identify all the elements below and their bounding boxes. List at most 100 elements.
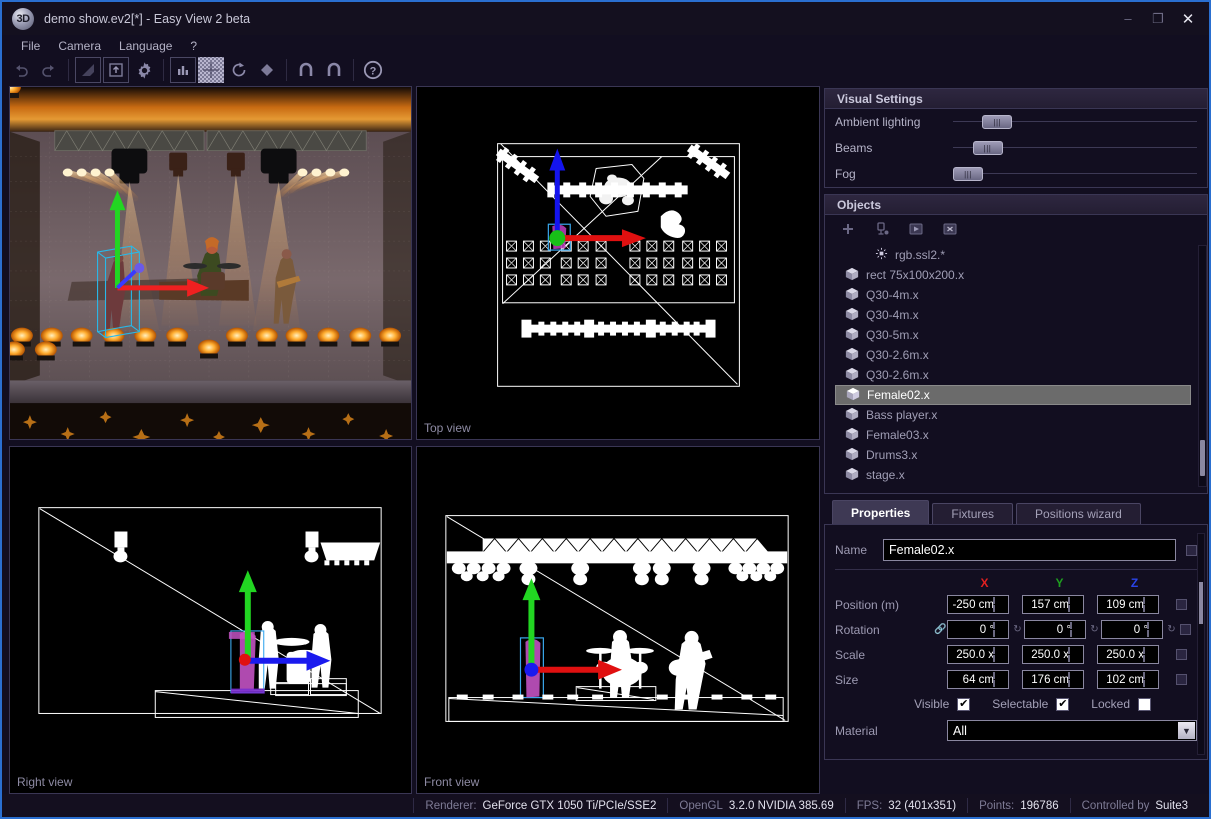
size-reset-button[interactable] <box>1176 674 1187 685</box>
locked-checkbox[interactable] <box>1138 698 1151 711</box>
list-item[interactable]: Q30-2.6m.x <box>831 365 1201 385</box>
maximize-icon[interactable]: ❐ <box>1143 7 1173 31</box>
viewport-front[interactable]: Front view <box>416 446 820 794</box>
list-item[interactable]: Drums3.x <box>831 445 1201 465</box>
objects-scrollbar[interactable] <box>1198 245 1207 487</box>
rotate-y-icon[interactable]: ↻ <box>1088 624 1101 635</box>
magnet-alt-icon[interactable] <box>321 57 347 83</box>
ambient-lighting-thumb[interactable]: ||| <box>982 115 1012 129</box>
chart-icon[interactable] <box>170 57 196 83</box>
close-icon[interactable]: ✕ <box>1173 7 1203 31</box>
rotation-reset-button[interactable] <box>1180 624 1191 635</box>
tab-properties[interactable]: Properties <box>832 500 929 524</box>
properties-scrollbar-thumb[interactable] <box>1199 582 1203 624</box>
scale-y-input[interactable]: 250.0 x <box>1022 645 1084 664</box>
link-icon[interactable]: 🔗 <box>934 624 947 635</box>
list-item-selected[interactable]: Female02.x <box>835 385 1191 405</box>
add-object-icon[interactable] <box>837 219 859 239</box>
fog-slider[interactable]: ||| <box>953 165 1197 183</box>
list-item[interactable]: Q30-4m.x <box>831 285 1201 305</box>
scale-reset-button[interactable] <box>1176 649 1187 660</box>
list-item[interactable]: Q30-2.6m.x <box>831 345 1201 365</box>
scale-z-stepper[interactable] <box>1143 647 1157 662</box>
gear-icon[interactable] <box>131 57 157 83</box>
material-select[interactable]: All ▼ <box>947 720 1197 741</box>
visible-checkbox-group[interactable]: Visible ✔ <box>914 697 970 711</box>
list-item[interactable]: stage.x <box>831 465 1201 485</box>
list-item-label: Q30-4m.x <box>866 288 919 302</box>
rotation-x-input[interactable]: 0 ° <box>947 620 1009 639</box>
magnet-icon[interactable] <box>293 57 319 83</box>
selectable-checkbox[interactable]: ✔ <box>1056 698 1069 711</box>
scale-z-input[interactable]: 250.0 x <box>1097 645 1159 664</box>
rotation-y-input[interactable]: 0 ° <box>1024 620 1086 639</box>
diamond-icon[interactable] <box>254 57 280 83</box>
position-x-stepper[interactable] <box>993 597 1007 612</box>
size-z-input[interactable]: 102 cm <box>1097 670 1159 689</box>
delete-object-icon[interactable] <box>939 219 961 239</box>
position-reset-button[interactable] <box>1176 599 1187 610</box>
menu-item-camera[interactable]: Camera <box>49 37 110 55</box>
rotate-x-icon[interactable]: ↻ <box>1011 624 1024 635</box>
size-y-input[interactable]: 176 cm <box>1022 670 1084 689</box>
grid-icon[interactable] <box>198 57 224 83</box>
menu-item-language[interactable]: Language <box>110 37 181 55</box>
duplicate-icon[interactable] <box>905 219 927 239</box>
viewport-top[interactable]: Top view <box>416 86 820 440</box>
undo-icon[interactable] <box>8 57 34 83</box>
beams-thumb[interactable]: ||| <box>973 141 1003 155</box>
fog-thumb[interactable]: ||| <box>953 167 983 181</box>
scale-y-stepper[interactable] <box>1068 647 1082 662</box>
list-item[interactable]: Q30-4m.x <box>831 305 1201 325</box>
menu-item-help[interactable]: ? <box>181 37 206 55</box>
fullscreen-icon[interactable] <box>75 57 101 83</box>
selectable-checkbox-group[interactable]: Selectable ✔ <box>992 697 1069 711</box>
list-item-label: Bass player.x <box>866 408 937 422</box>
minimize-icon[interactable]: – <box>1113 7 1143 31</box>
menu-item-file[interactable]: File <box>12 37 49 55</box>
size-z-stepper[interactable] <box>1143 672 1157 687</box>
export-image-icon[interactable] <box>103 57 129 83</box>
viewport-right[interactable]: Right view <box>9 446 412 794</box>
position-y-stepper[interactable] <box>1068 597 1082 612</box>
rotate-icon[interactable] <box>226 57 252 83</box>
redo-icon[interactable] <box>36 57 62 83</box>
visible-checkbox[interactable]: ✔ <box>957 698 970 711</box>
scale-x-input[interactable]: 250.0 x <box>947 645 1009 664</box>
properties-scrollbar[interactable] <box>1197 533 1205 755</box>
list-item[interactable]: rgb.ssl2.* <box>831 245 1201 265</box>
objects-scrollbar-thumb[interactable] <box>1200 440 1205 476</box>
list-item[interactable]: rect 75x100x200.x <box>831 265 1201 285</box>
position-y-input[interactable]: 157 cm <box>1022 595 1084 614</box>
size-y-stepper[interactable] <box>1068 672 1082 687</box>
viewport-perspective[interactable] <box>9 86 412 440</box>
name-reset-button[interactable] <box>1186 545 1197 556</box>
tab-fixtures[interactable]: Fixtures <box>932 503 1013 524</box>
position-z-input[interactable]: 109 cm <box>1097 595 1159 614</box>
list-item-label: Q30-2.6m.x <box>866 348 929 362</box>
position-z-stepper[interactable] <box>1143 597 1157 612</box>
size-x-stepper[interactable] <box>993 672 1007 687</box>
list-item[interactable]: Q30-5m.x <box>831 325 1201 345</box>
chevron-down-icon[interactable]: ▼ <box>1178 722 1195 739</box>
objects-list[interactable]: rgb.ssl2.* rect 75x100x200.x Q30-4m.x <box>831 245 1201 487</box>
rotation-z-input[interactable]: 0 ° <box>1101 620 1163 639</box>
rotation-y-stepper[interactable] <box>1070 622 1084 637</box>
rotate-z-icon[interactable]: ↻ <box>1165 624 1178 635</box>
list-item[interactable]: Female03.x <box>831 425 1201 445</box>
position-x-input[interactable]: -250 cm <box>947 595 1009 614</box>
ambient-lighting-slider[interactable]: ||| <box>953 113 1197 131</box>
add-fixture-icon[interactable] <box>871 219 893 239</box>
rotation-z-stepper[interactable] <box>1147 622 1161 637</box>
size-x-input[interactable]: 64 cm <box>947 670 1009 689</box>
scale-x-stepper[interactable] <box>993 647 1007 662</box>
visual-settings-panel: Visual Settings Ambient lighting ||| Bea… <box>824 88 1208 188</box>
rotation-x-stepper[interactable] <box>993 622 1007 637</box>
cube-icon <box>845 307 859 324</box>
name-input[interactable]: Female02.x <box>883 539 1176 561</box>
beams-slider[interactable]: ||| <box>953 139 1197 157</box>
help-icon[interactable]: ? <box>360 57 386 83</box>
list-item[interactable]: Bass player.x <box>831 405 1201 425</box>
tab-positions-wizard[interactable]: Positions wizard <box>1016 503 1141 524</box>
locked-checkbox-group[interactable]: Locked <box>1091 697 1151 711</box>
